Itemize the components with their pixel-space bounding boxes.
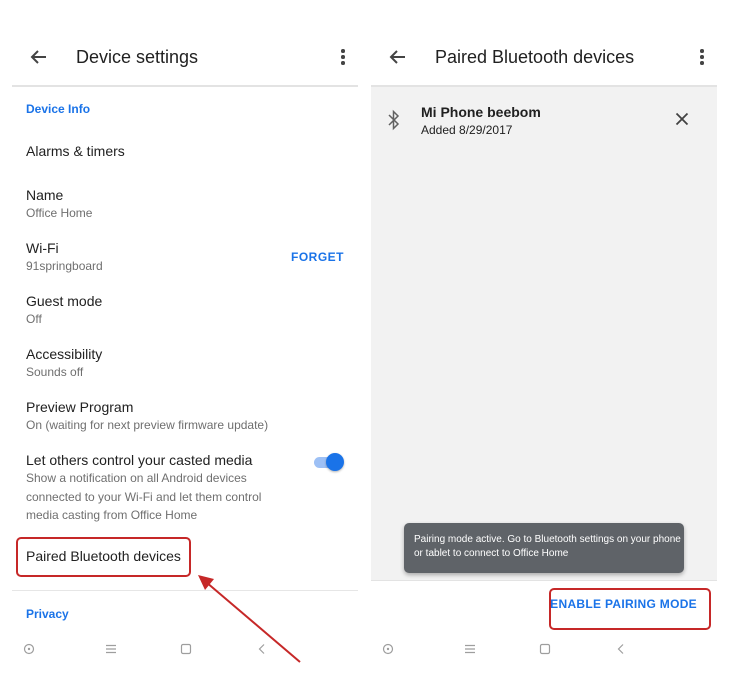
paired-bluetooth-screen: Paired Bluetooth devices Mi Phone beebom… <box>371 30 717 670</box>
app-bar: Paired Bluetooth devices <box>371 30 717 87</box>
device-added-date: Added 8/29/2017 <box>421 123 513 137</box>
snackbar: Pairing mode active. Go to Bluetooth set… <box>404 523 684 573</box>
snackbar-line: or tablet to connect to Office Home <box>414 548 569 559</box>
device-list-area <box>371 87 717 580</box>
bluetooth-icon <box>387 109 401 131</box>
system-nav-bar <box>371 630 717 670</box>
back-arrow-icon[interactable] <box>387 46 409 68</box>
nav-menu-icon[interactable] <box>463 642 477 656</box>
snackbar-line: Pairing mode active. Go to Bluetooth set… <box>414 534 681 545</box>
nav-square-icon[interactable] <box>538 642 552 656</box>
page-title: Paired Bluetooth devices <box>435 47 635 67</box>
close-icon[interactable] <box>675 112 689 126</box>
nav-back-icon[interactable] <box>614 642 628 656</box>
highlight-box-enable <box>549 588 711 630</box>
more-vert-icon[interactable] <box>699 49 705 67</box>
device-name: Mi Phone beebom <box>421 104 541 120</box>
nav-circle-icon[interactable] <box>381 642 395 656</box>
